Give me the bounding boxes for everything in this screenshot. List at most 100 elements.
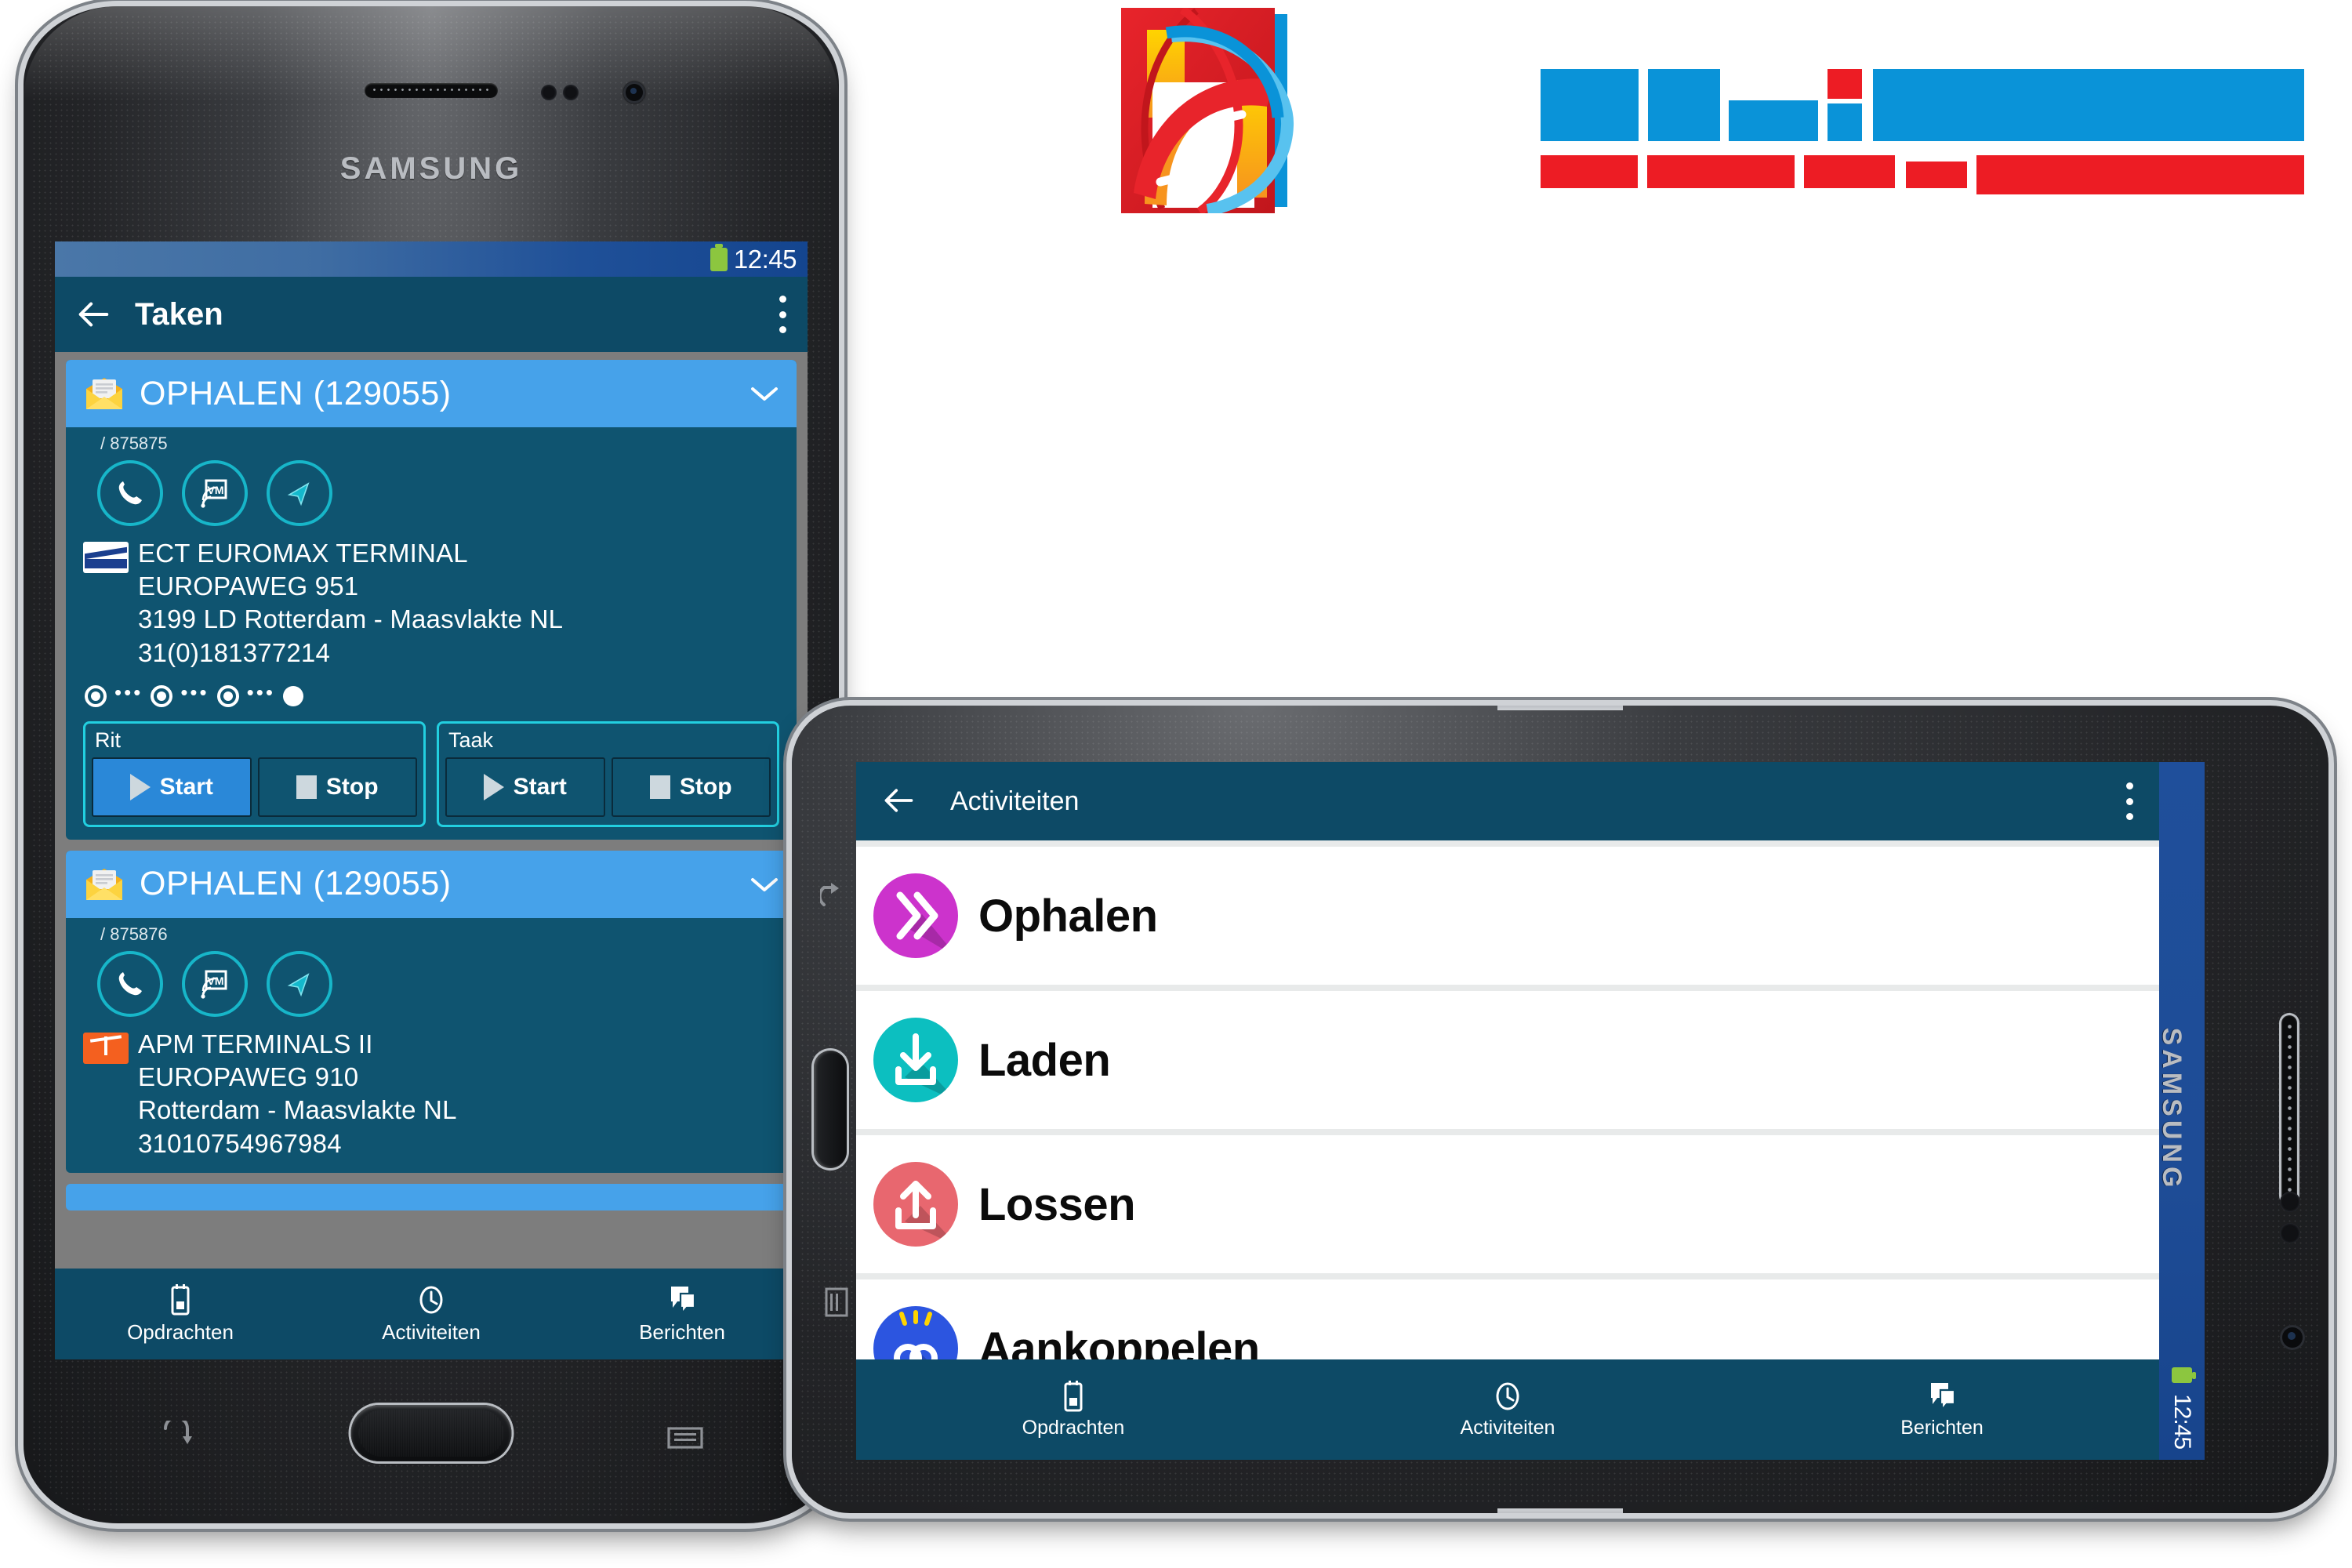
- address-lines: ECT EUROMAX TERMINAL EUROPAWEG 951 3199 …: [138, 537, 779, 670]
- progress-steps: ••• ••• •••: [85, 682, 779, 710]
- chevron-down-icon[interactable]: [750, 876, 779, 893]
- status-bar-clock: 12:45: [733, 244, 797, 274]
- phone-icon[interactable]: [97, 460, 163, 526]
- task-sub-reference: / 875876: [100, 924, 168, 944]
- mail-open-icon: [83, 867, 125, 902]
- logo-mark-icon: [1121, 5, 1505, 216]
- clipboard-device-icon: [1064, 1380, 1083, 1411]
- nav-item-activiteiten[interactable]: Activiteiten: [1290, 1381, 1725, 1439]
- task-card-partial[interactable]: [66, 1183, 797, 1210]
- list-item[interactable]: Aankoppelen: [856, 1279, 2159, 1359]
- rit-control-group: Rit Start Stop: [83, 720, 426, 827]
- task-card-header[interactable]: [66, 1183, 797, 1210]
- proximity-sensor-icon: [2280, 1192, 2300, 1212]
- chevron-down-icon[interactable]: [750, 385, 779, 402]
- task-header-label: OPHALEN (129055): [140, 374, 452, 412]
- vm-broadcast-icon[interactable]: VM: [182, 460, 248, 526]
- nav-item-berichten[interactable]: Berichten: [1725, 1381, 2159, 1439]
- clock-icon: [1496, 1382, 1519, 1410]
- activity-label: Aankoppelen: [978, 1323, 1260, 1360]
- tablet-app-bar: Activiteiten: [856, 762, 2159, 840]
- nav-item-activiteiten[interactable]: Activiteiten: [306, 1284, 557, 1345]
- back-arrow-key-icon[interactable]: [818, 880, 855, 913]
- home-button[interactable]: [350, 1405, 512, 1461]
- tablet-body: Activiteiten Ophalen Laden Lossen Aankop…: [792, 706, 2328, 1513]
- light-sensor-icon: [563, 85, 579, 100]
- nav-item-opdrachten[interactable]: Opdrachten: [856, 1380, 1290, 1439]
- address-line: 31010754967984: [138, 1128, 342, 1158]
- address-line: 3199 LD Rotterdam - Maasvlakte NL: [138, 604, 564, 634]
- battery-icon: [2172, 1367, 2196, 1383]
- battery-icon: [710, 243, 728, 271]
- list-item[interactable]: Lossen: [856, 1135, 2159, 1273]
- recents-key-icon[interactable]: [665, 1421, 706, 1454]
- status-bar-clock: 12:45: [2169, 1393, 2195, 1449]
- task-address-block: APM TERMINALS II EUROPAWEG 910 Rotterdam…: [83, 1028, 779, 1160]
- tablet-brand-label: SAMSUNG: [2157, 1027, 2187, 1192]
- activity-label: Ophalen: [978, 890, 1158, 942]
- page-title: Taken: [135, 296, 223, 332]
- task-card[interactable]: OPHALEN (129055) / 875876 VM APM TERMINA…: [66, 850, 797, 1173]
- front-camera-icon: [623, 82, 645, 103]
- activity-list[interactable]: Ophalen Laden Lossen Aankoppelen: [856, 840, 2159, 1359]
- proximity-sensor-icon: [541, 85, 557, 100]
- rit-start-label: Start: [159, 773, 213, 800]
- taak-label: Taak: [448, 728, 494, 752]
- company-logo: [1121, 5, 2344, 220]
- nav-label: Berichten: [639, 1319, 725, 1344]
- progress-step-done: [151, 684, 173, 707]
- tablet-screen: Activiteiten Ophalen Laden Lossen Aankop…: [856, 762, 2205, 1460]
- navigation-arrow-icon[interactable]: [267, 460, 332, 526]
- list-item[interactable]: Laden: [856, 991, 2159, 1129]
- taak-start-label: Start: [513, 773, 567, 800]
- activity-label: Lossen: [978, 1178, 1136, 1230]
- progress-separator: •••: [180, 680, 209, 704]
- arrow-back-icon[interactable]: [75, 296, 111, 332]
- phone-body: SAMSUNG 12:45 Taken OPHALEN (129055) / 8…: [24, 6, 839, 1523]
- play-icon: [129, 773, 151, 800]
- task-card[interactable]: OPHALEN (129055) / 875875 VM ECT EUROMAX…: [66, 360, 797, 840]
- task-card-header[interactable]: OPHALEN (129055): [66, 360, 797, 427]
- taak-stop-button[interactable]: Stop: [611, 757, 771, 817]
- task-card-header[interactable]: OPHALEN (129055): [66, 850, 797, 918]
- taak-start-button[interactable]: Start: [445, 757, 605, 817]
- home-button[interactable]: [814, 1051, 847, 1168]
- stop-icon: [649, 775, 670, 799]
- address-lines: APM TERMINALS II EUROPAWEG 910 Rotterdam…: [138, 1028, 779, 1160]
- address-line: EUROPAWEG 951: [138, 572, 359, 601]
- vm-broadcast-icon[interactable]: VM: [182, 950, 248, 1017]
- kebab-menu-icon[interactable]: [778, 296, 787, 333]
- address-line: APM TERMINALS II: [138, 1029, 373, 1058]
- list-item[interactable]: Ophalen: [856, 847, 2159, 985]
- address-line: EUROPAWEG 910: [138, 1062, 359, 1092]
- navigation-arrow-icon[interactable]: [267, 950, 332, 1017]
- nav-item-opdrachten[interactable]: Opdrachten: [55, 1283, 306, 1345]
- apm-terminals-logo: [83, 1032, 129, 1064]
- arrow-back-icon[interactable]: [881, 783, 917, 819]
- back-arrow-key-icon[interactable]: [161, 1416, 201, 1454]
- nav-label: Opdrachten: [127, 1319, 234, 1344]
- phone-chin: [24, 1359, 839, 1523]
- phone-icon[interactable]: [97, 950, 163, 1017]
- messages-icon: [671, 1286, 696, 1316]
- front-camera-icon: [2280, 1325, 2305, 1350]
- rit-stop-button[interactable]: Stop: [257, 757, 417, 817]
- rit-start-button[interactable]: Start: [92, 757, 252, 817]
- download-tray-icon: [873, 1018, 958, 1102]
- samsung-tablet-device: Activiteiten Ophalen Laden Lossen Aankop…: [792, 706, 2328, 1560]
- phone-task-list[interactable]: OPHALEN (129055) / 875875 VM ECT EUROMAX…: [55, 352, 808, 1269]
- light-sensor-icon: [2280, 1223, 2300, 1243]
- nav-label: Opdrachten: [1022, 1416, 1125, 1439]
- nav-label: Berichten: [1900, 1416, 1984, 1439]
- nav-item-berichten[interactable]: Berichten: [557, 1284, 808, 1345]
- phone-screen: 12:45 Taken OPHALEN (129055) / 875875 VM…: [55, 241, 808, 1269]
- task-card-body: / 875875 VM ECT EUROMAX TERMINAL EUROPAW…: [66, 427, 797, 840]
- progress-separator: •••: [246, 680, 275, 704]
- tablet-bottom-nav: Opdrachten Activiteiten Berichten: [856, 1359, 2159, 1460]
- phone-brand-label: SAMSUNG: [339, 151, 523, 186]
- task-address-block: ECT EUROMAX TERMINAL EUROPAWEG 951 3199 …: [83, 537, 779, 670]
- recents-key-icon[interactable]: [820, 1286, 855, 1319]
- double-chevron-right-icon: [873, 873, 958, 958]
- kebab-menu-icon[interactable]: [2125, 782, 2134, 820]
- samsung-phone-device: SAMSUNG 12:45 Taken OPHALEN (129055) / 8…: [24, 6, 839, 1543]
